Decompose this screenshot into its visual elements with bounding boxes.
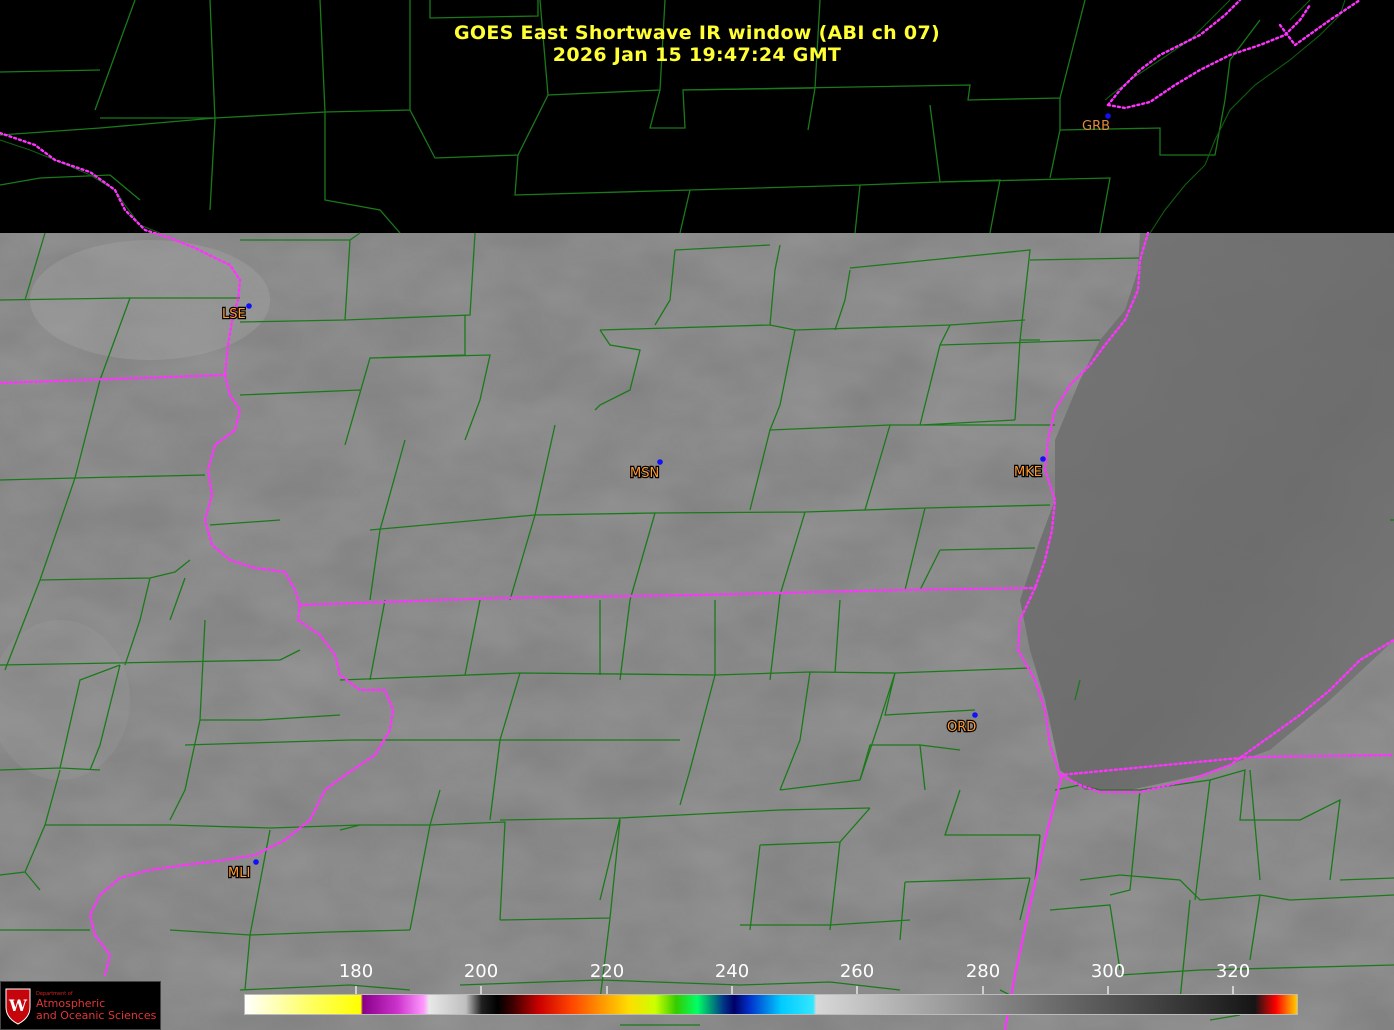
colorbar-tick-200: 200 [463, 961, 499, 982]
colorbar-tick-220: 220 [589, 961, 625, 982]
colorbar-tick-180: 180 [338, 961, 374, 982]
colorbar-tick-260: 260 [839, 961, 875, 982]
station-dot-ord [972, 712, 978, 718]
colorbar-tick-300: 300 [1090, 961, 1126, 982]
station-label-grb[interactable]: GRB [1082, 119, 1110, 134]
svg-text:W: W [8, 996, 28, 1015]
station-label-lse[interactable]: LSE [221, 306, 247, 323]
station-label-msn[interactable]: MSN [629, 465, 661, 482]
colorbar-tick-320: 320 [1215, 961, 1251, 982]
temperature-colorbar [244, 994, 1298, 1015]
uw-crest-icon: W [5, 988, 31, 1025]
satellite-map: GRB LSE MSN MKE ORD MLI [0, 0, 1394, 1030]
station-label-mke[interactable]: MKE [1013, 464, 1043, 481]
colorbar-tick-280: 280 [965, 961, 1001, 982]
station-label-mli[interactable]: MLI [227, 865, 252, 882]
station-dot-mli [253, 859, 259, 865]
satellite-image-viewer: GRB LSE MSN MKE ORD MLI GOES East Shortw… [0, 0, 1394, 1030]
colorbar-tick-240: 240 [714, 961, 750, 982]
image-title: GOES East Shortwave IR window (ABI ch 07… [454, 22, 940, 44]
image-timestamp: 2026 Jan 15 19:47:24 GMT [552, 44, 842, 66]
logo-line2: and Oceanic Sciences [36, 1009, 157, 1022]
station-dot-msn [657, 459, 663, 465]
station-label-ord[interactable]: ORD [946, 719, 978, 736]
station-dot-lse [246, 303, 252, 309]
station-dot-grb [1105, 113, 1111, 119]
bright-cloud-patch [30, 240, 270, 360]
uw-aos-logo[interactable]: W Department of Atmospheric and Oceanic … [0, 981, 161, 1030]
station-dot-mke [1040, 456, 1046, 462]
